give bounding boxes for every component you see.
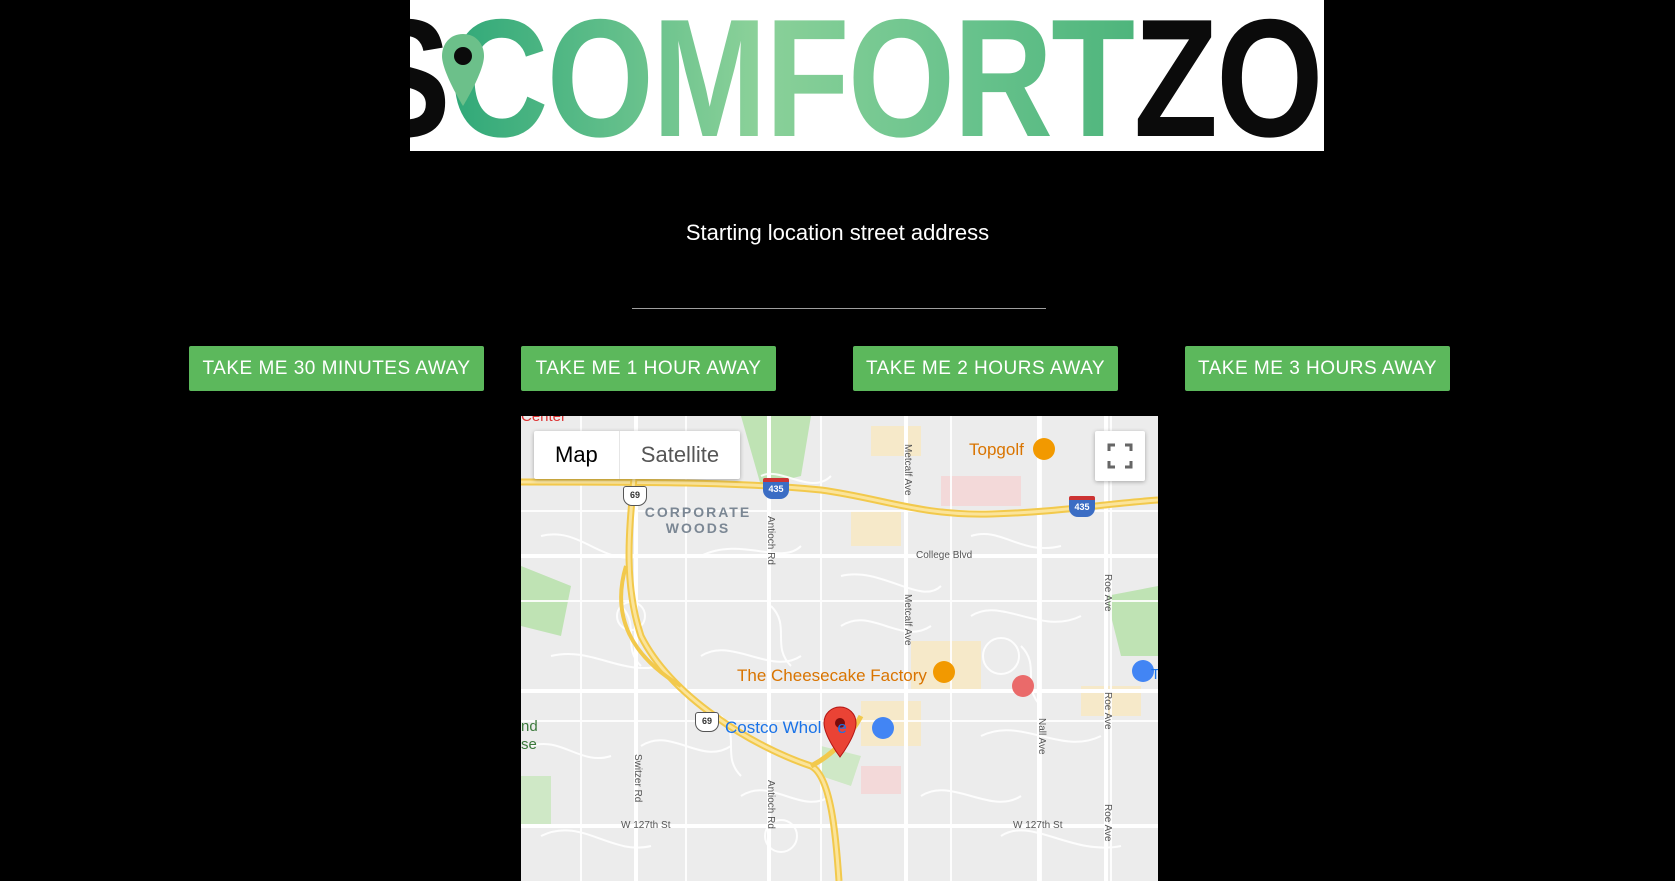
poi-cheesecake-factory[interactable]: The Cheesecake Factory [737,666,927,686]
map-pin-icon [442,34,484,106]
poi-costco-suffix: e [837,718,847,737]
street-w127-right: W 127th St [1013,820,1063,831]
fullscreen-button[interactable] [1095,431,1145,481]
google-map[interactable]: Map Satellite Topgolf The Cheesecake Fac… [521,416,1158,881]
i435-shield-left: 435 [763,478,789,499]
area-corporate-woods: CORPORATE WOODS [644,504,752,536]
street-college-blvd: College Blvd [916,550,973,561]
street-antioch-top: Antioch Rd [765,516,776,565]
street-roe-mid: Roe Ave [1102,692,1113,730]
us69-shield-top: 69 [623,486,647,506]
map-tiles [521,416,1158,881]
take-me-3-hours-button[interactable]: TAKE ME 3 HOURS AWAY [1185,346,1450,391]
place-left-partial-1: nd [521,718,538,735]
map-type-satellite-button[interactable]: Satellite [620,431,740,479]
fullscreen-icon [1107,443,1133,469]
logo-comfort: COMFORT [449,0,1135,151]
logo-zone: ZONE [1133,0,1324,151]
map-type-map-button[interactable]: Map [534,431,619,479]
street-roe-bottom: Roe Ave [1102,804,1113,842]
address-prompt: Starting location street address [685,220,990,245]
street-metcalf-mid: Metcalf Ave [902,594,913,646]
place-center-partial: Center [521,416,567,425]
place-right-partial: T [1151,666,1158,683]
street-antioch-bottom: Antioch Rd [765,780,776,829]
take-me-30-minutes-button[interactable]: TAKE ME 30 MINUTES AWAY [189,346,484,391]
logo-wordmark: DISCOMFORTZONE [410,0,1324,151]
street-switzer: Switzer Rd [632,754,643,803]
poi-costco[interactable]: Costco Whol e [725,718,847,738]
street-w127-left: W 127th St [621,820,671,831]
street-roe-top: Roe Ave [1102,574,1113,612]
map-type-control: Map Satellite [534,431,741,479]
i435-shield-right: 435 [1069,496,1095,517]
place-left-partial-2: se [521,736,537,753]
poi-costco-name: Costco Whol [725,718,822,737]
site-logo: DISCOMFORTZONE [410,0,1324,151]
street-metcalf-top: Metcalf Ave [902,444,913,496]
address-input[interactable] [632,272,1046,309]
take-me-1-hour-button[interactable]: TAKE ME 1 HOUR AWAY [521,346,776,391]
us69-shield-bottom: 69 [695,712,719,732]
poi-topgolf[interactable]: Topgolf [969,440,1024,460]
street-nall: Nall Ave [1036,718,1047,755]
take-me-2-hours-button[interactable]: TAKE ME 2 HOURS AWAY [853,346,1118,391]
